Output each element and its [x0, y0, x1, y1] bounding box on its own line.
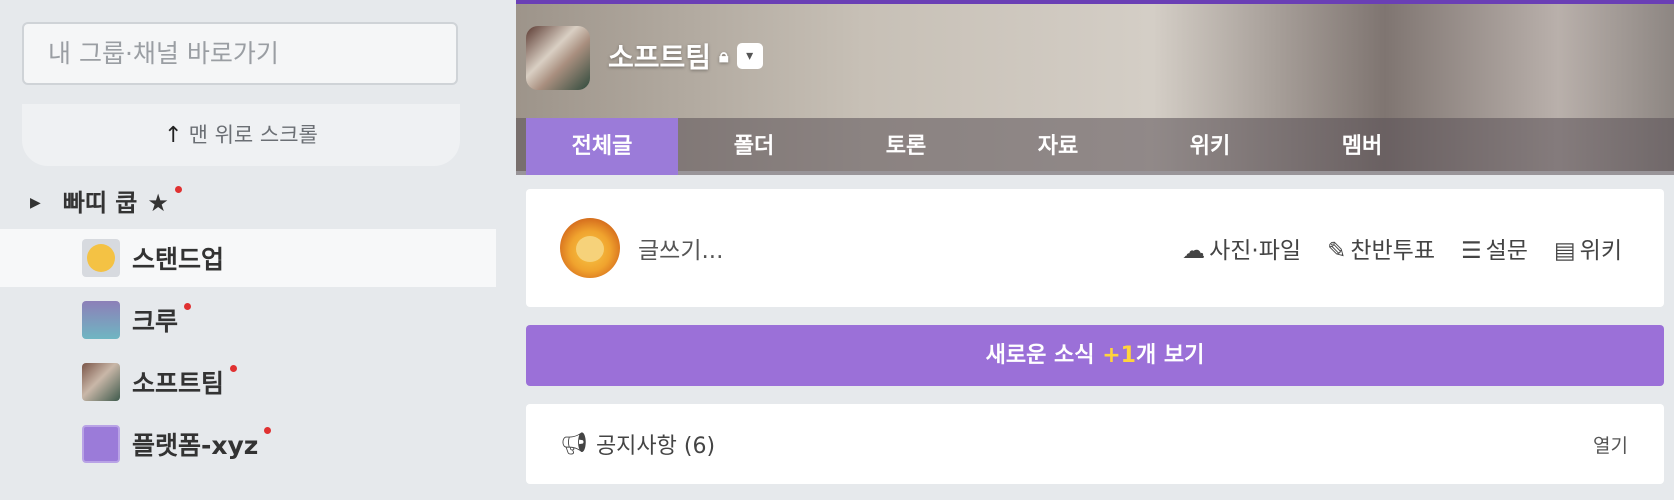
scroll-to-top-label: 맨 위로 스크롤 [188, 123, 318, 147]
tab-members[interactable]: 멤버 [1286, 118, 1438, 175]
photo-file-button[interactable]: ☁ 사진·파일 [1182, 231, 1301, 265]
group-name: 빠띠 쿱 [62, 189, 138, 217]
channel-tabs: 전체글 폴더 토론 자료 위키 멤버 [516, 118, 1674, 175]
list-icon: ☰ [1460, 238, 1482, 264]
parti-icon [82, 425, 120, 463]
photo-icon [82, 363, 120, 401]
wiki-label: 위키 [1579, 238, 1622, 264]
post-composer: 글쓰기... ☁ 사진·파일 ✎ 찬반투표 ☰ 설문 ▤ 위키 [526, 189, 1664, 307]
channel-title[interactable]: 소프트팀 🔒︎ ▾ [608, 36, 763, 76]
channel-avatar[interactable] [526, 26, 590, 90]
unread-dot [184, 302, 192, 310]
scroll-to-top-button[interactable]: ↑ 맨 위로 스크롤 [22, 104, 460, 166]
cloud-upload-icon: ☁ [1182, 238, 1206, 264]
sidebar-item-crew[interactable]: 크루 [0, 291, 496, 349]
lock-icon: 🔒︎ [719, 45, 729, 67]
sidebar-item-label: 크루 [132, 307, 179, 336]
new-posts-button[interactable]: 새로운 소식 +1개 보기 [526, 325, 1664, 386]
tab-resources[interactable]: 자료 [982, 118, 1134, 175]
megaphone-icon: 📢︎ [560, 431, 588, 457]
vote-label: 찬반투표 [1350, 238, 1435, 264]
notice-bar: 📢︎ 공지사항 (6) 열기 [526, 404, 1664, 484]
page-title: 소프트팀 [608, 41, 712, 74]
unread-dot [174, 185, 182, 193]
main-content: 소프트팀 🔒︎ ▾ 전체글 폴더 토론 자료 위키 멤버 글쓰기... ☁ 사진·… [516, 0, 1674, 500]
smile-icon [82, 239, 120, 277]
tab-folder[interactable]: 폴더 [678, 118, 830, 175]
group-channel-search-input[interactable]: 내 그룹·채널 바로가기 [22, 22, 458, 85]
sidebar-item-label: 소프트팀 [132, 369, 225, 398]
photo-file-label: 사진·파일 [1209, 238, 1302, 264]
user-avatar[interactable] [560, 218, 620, 278]
news-suffix: 개 보기 [1135, 343, 1205, 368]
crew-icon [82, 301, 120, 339]
news-prefix: 새로운 소식 [985, 343, 1095, 368]
survey-label: 설문 [1485, 238, 1528, 264]
sidebar-item-softteam[interactable]: 소프트팀 [0, 353, 496, 411]
wiki-button[interactable]: ▤ 위키 [1554, 231, 1622, 265]
sidebar-item-label: 스탠드업 [132, 245, 225, 274]
star-icon[interactable]: ★ [147, 183, 169, 223]
chevron-down-icon[interactable]: ▾ [736, 43, 763, 69]
sidebar-item-label: 플랫폼-xyz [132, 431, 259, 460]
sidebar-item-platform-xyz[interactable]: 플랫폼-xyz [0, 415, 496, 473]
unread-dot [264, 426, 272, 434]
composer-actions: ☁ 사진·파일 ✎ 찬반투표 ☰ 설문 ▤ 위키 [1182, 231, 1622, 265]
vote-icon: ✎ [1327, 238, 1347, 264]
vote-button[interactable]: ✎ 찬반투표 [1327, 231, 1435, 265]
survey-button[interactable]: ☰ 설문 [1461, 231, 1528, 265]
news-count: +1 [1102, 343, 1136, 368]
sidebar-item-standup[interactable]: 스탠드업 [0, 229, 496, 287]
group-header[interactable]: ▶ 빠띠 쿱 ★ [30, 183, 182, 223]
wiki-doc-icon: ▤ [1553, 238, 1576, 264]
caret-right-icon[interactable]: ▶ [30, 183, 41, 223]
unread-dot [230, 364, 238, 372]
sidebar: 내 그룹·채널 바로가기 ↑ 맨 위로 스크롤 ▶ 빠띠 쿱 ★ 스탠드업 크루 … [0, 0, 496, 500]
write-post-input[interactable]: 글쓰기... [638, 231, 723, 265]
tab-discussion[interactable]: 토론 [830, 118, 982, 175]
notice-label: 공지사항 (6) [595, 434, 716, 459]
arrow-up-icon: ↑ [164, 123, 183, 148]
tab-all-posts[interactable]: 전체글 [526, 118, 678, 175]
tab-wiki[interactable]: 위키 [1134, 118, 1286, 175]
channel-banner: 소프트팀 🔒︎ ▾ 전체글 폴더 토론 자료 위키 멤버 [516, 0, 1674, 175]
notice-open-button[interactable]: 열기 [1593, 431, 1628, 458]
